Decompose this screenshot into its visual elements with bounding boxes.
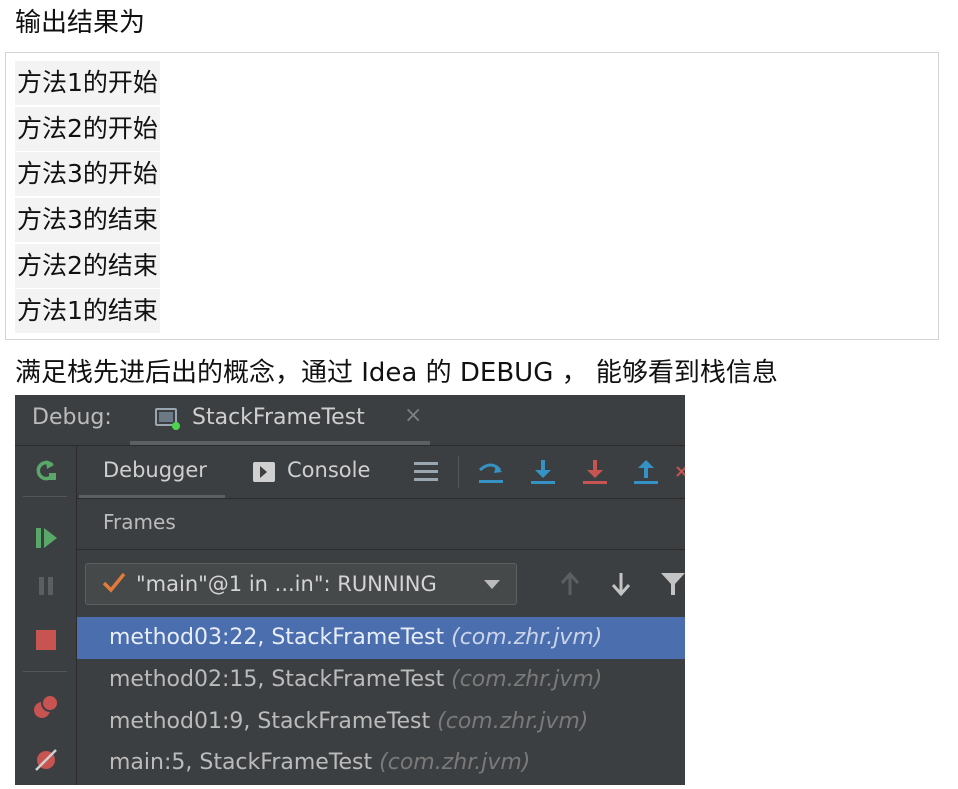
output-line: 方法3的结束 — [15, 198, 160, 242]
stop-icon — [36, 630, 56, 650]
check-icon — [102, 570, 126, 598]
step-out-icon — [634, 460, 658, 484]
close-icon[interactable]: × — [404, 403, 422, 428]
resume-icon — [36, 528, 57, 548]
thread-selector-value: "main"@1 in ...in": RUNNING — [136, 572, 437, 596]
frame-item[interactable]: method02:15, StackFrameTest (com.zhr.jvm… — [77, 659, 685, 701]
hamburger-menu-icon — [414, 462, 438, 481]
mute-breakpoints-button[interactable] — [29, 743, 63, 777]
show-execution-point-icon — [478, 463, 503, 483]
run-tab-label: StackFrameTest — [192, 405, 365, 430]
output-line: 方法1的结束 — [15, 289, 160, 333]
output-line: 方法2的结束 — [15, 244, 160, 288]
frames-list: method03:22, StackFrameTest (com.zhr.jvm… — [77, 617, 685, 785]
thread-selector-dropdown[interactable]: "main"@1 in ...in": RUNNING — [85, 563, 517, 605]
tab-debugger[interactable]: Debugger — [79, 446, 225, 498]
debug-action-gutter — [15, 446, 77, 785]
output-line: 方法3的开始 — [15, 152, 160, 196]
output-heading: 输出结果为 — [15, 8, 146, 38]
debugger-toolbar: Debugger Console — [77, 446, 685, 499]
running-indicator-icon — [172, 422, 180, 430]
rerun-icon — [36, 460, 56, 481]
run-tab-stackframetest[interactable]: StackFrameTest × — [130, 395, 430, 445]
filter-icon — [661, 573, 685, 595]
frame-item[interactable]: method01:9, StackFrameTest (com.zhr.jvm) — [77, 701, 685, 743]
stop-button[interactable] — [29, 623, 63, 657]
show-execution-point-button[interactable] — [475, 456, 507, 488]
pause-icon — [39, 577, 53, 595]
debug-heading: 满足栈先进后出的概念，通过 Idea 的 DEBUG ， 能够看到栈信息 — [15, 358, 778, 388]
frames-panel-header: Frames — [77, 499, 685, 550]
pause-button[interactable] — [29, 569, 63, 603]
filter-frames-button[interactable] — [656, 567, 685, 601]
drop-frame-button[interactable] — [675, 456, 685, 488]
force-step-into-icon — [583, 460, 607, 484]
frame-item[interactable]: main:5, StackFrameTest (com.zhr.jvm) — [77, 742, 685, 784]
frame-package: (com.zhr.jvm) — [437, 709, 589, 734]
output-box: 方法1的开始 方法2的开始 方法3的开始 方法3的结束 方法2的结束 方法1的结… — [5, 52, 939, 340]
frame-package: (com.zhr.jvm) — [451, 625, 603, 650]
tab-console-label: Console — [287, 458, 371, 482]
tab-debugger-label: Debugger — [103, 458, 207, 482]
mute-breakpoints-icon — [35, 749, 57, 771]
thread-toolbar: "main"@1 in ...in": RUNNING — [77, 550, 685, 616]
next-frame-button[interactable] — [604, 567, 638, 601]
frame-item-selected[interactable]: method03:22, StackFrameTest (com.zhr.jvm… — [77, 617, 685, 659]
frame-method: method01:9, StackFrameTest — [109, 709, 431, 734]
layout-menu-button[interactable] — [410, 456, 442, 488]
force-step-into-button[interactable] — [579, 456, 611, 488]
drop-frame-icon — [676, 466, 685, 477]
output-line: 方法2的开始 — [15, 107, 160, 151]
debug-label: Debug: — [32, 405, 112, 430]
rerun-button[interactable] — [29, 454, 63, 488]
frame-method: main:5, StackFrameTest — [109, 750, 373, 775]
frame-package: (com.zhr.jvm) — [451, 667, 603, 692]
debug-titlebar: Debug: StackFrameTest × — [15, 395, 685, 446]
debug-tool-window: Debug: StackFrameTest × Debugger Console… — [15, 395, 685, 785]
step-over-button[interactable] — [527, 456, 559, 488]
frame-method: method02:15, StackFrameTest — [109, 667, 445, 692]
step-into-icon — [531, 460, 555, 484]
frame-method: method03:22, StackFrameTest — [109, 625, 445, 650]
arrow-up-icon — [560, 571, 580, 595]
step-out-button[interactable] — [630, 456, 662, 488]
breakpoints-icon — [34, 694, 59, 718]
arrow-down-icon — [611, 573, 631, 597]
chevron-down-icon — [484, 580, 500, 589]
frames-title: Frames — [103, 510, 176, 534]
previous-frame-button[interactable] — [553, 567, 587, 601]
frame-package: (com.zhr.jvm) — [379, 750, 531, 775]
view-breakpoints-button[interactable] — [29, 690, 63, 724]
console-icon — [253, 462, 275, 482]
resume-button[interactable] — [29, 521, 63, 555]
output-line: 方法1的开始 — [15, 61, 160, 105]
